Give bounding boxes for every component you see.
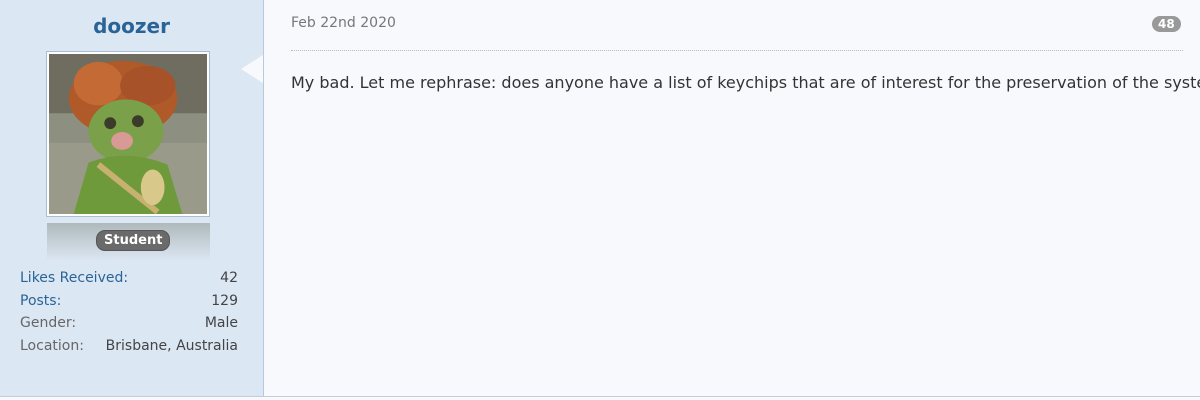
post-date[interactable]: Feb 22nd 2020 bbox=[291, 15, 396, 31]
stat-value: 129 bbox=[211, 292, 238, 309]
stat-value: 42 bbox=[220, 270, 238, 286]
speech-pointer bbox=[241, 55, 263, 83]
stat-label: Location: bbox=[20, 337, 84, 354]
stat-location: Location: Brisbane, Australia bbox=[20, 338, 238, 361]
stat-label[interactable]: Posts: bbox=[20, 293, 61, 316]
stat-value: Brisbane, Australia bbox=[105, 337, 238, 354]
post-message: My bad. Let me rephrase: does anyone hav… bbox=[291, 73, 1200, 92]
stat-value: Male bbox=[204, 315, 238, 331]
rank-badge: Student bbox=[96, 230, 171, 251]
post-bottom-border bbox=[0, 396, 1200, 397]
stat-label[interactable]: Likes Received: bbox=[20, 270, 128, 293]
forum-post: doozer Student Likes Received: 42 Posts:… bbox=[0, 0, 1200, 400]
user-sidebar: doozer Student Likes Received: 42 Posts:… bbox=[0, 0, 264, 397]
post-divider bbox=[291, 50, 1183, 51]
username-link[interactable]: doozer bbox=[0, 14, 263, 38]
stat-label: Gender: bbox=[20, 315, 77, 331]
puppet-avatar-icon bbox=[49, 54, 207, 214]
stat-gender: Gender: Male bbox=[20, 315, 238, 338]
post-number-badge[interactable]: 48 bbox=[1152, 16, 1181, 32]
stat-posts: Posts: 129 bbox=[20, 293, 238, 316]
user-stats: Likes Received: 42 Posts: 129 Gender: Ma… bbox=[20, 270, 238, 360]
avatar[interactable] bbox=[46, 51, 210, 217]
stat-likes-received: Likes Received: 42 bbox=[20, 270, 238, 293]
